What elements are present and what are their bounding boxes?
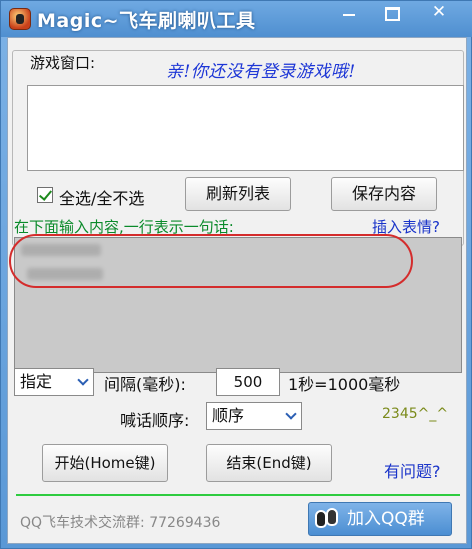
interval-note: 1秒=1000毫秒 bbox=[288, 375, 401, 394]
chevron-down-icon bbox=[77, 374, 89, 386]
join-qq-group-label: 加入QQ群 bbox=[347, 509, 425, 529]
app-icon bbox=[9, 8, 31, 30]
signature-text: 2345^_^ bbox=[382, 406, 449, 422]
client-area: 游戏窗口: 亲!你还没有登录游戏哦! 全选/全不选 刷新列表 保存内容 在下面输… bbox=[7, 37, 467, 544]
start-button[interactable]: 开始(Home键) bbox=[42, 444, 168, 482]
highlight-annotation bbox=[9, 234, 413, 288]
title-bar[interactable]: Magic~飞车刷喇叭工具 ✕ bbox=[1, 1, 472, 37]
message-textarea[interactable] bbox=[9, 234, 462, 373]
save-content-button[interactable]: 保存内容 bbox=[331, 177, 437, 211]
minimize-icon[interactable] bbox=[335, 1, 363, 25]
close-icon[interactable]: ✕ bbox=[425, 1, 453, 25]
checkmark-icon[interactable] bbox=[37, 187, 53, 203]
order-label: 喊话顺序: bbox=[120, 411, 190, 430]
chevron-down-icon bbox=[285, 408, 297, 420]
game-window-list[interactable] bbox=[27, 85, 464, 171]
app-window: Magic~飞车刷喇叭工具 ✕ 游戏窗口: 亲!你还没有登录游戏哦! 全选/全不… bbox=[0, 0, 472, 549]
qq-group-info: QQ飞车技术交流群: 77269436 bbox=[20, 515, 221, 531]
footer-divider bbox=[16, 494, 460, 496]
interval-input[interactable]: 500 bbox=[216, 368, 280, 396]
game-window-group-label: 游戏窗口: bbox=[27, 52, 99, 73]
order-select-value: 顺序 bbox=[212, 406, 245, 425]
login-status-message: 亲!你还没有登录游戏哦! bbox=[166, 62, 356, 82]
interval-label: 间隔(毫秒): bbox=[104, 375, 186, 394]
join-qq-group-button[interactable]: 加入QQ群 bbox=[308, 502, 452, 536]
help-link[interactable]: 有问题? bbox=[384, 458, 441, 482]
order-select[interactable]: 顺序 bbox=[206, 402, 302, 430]
select-all-label[interactable]: 全选/全不选 bbox=[59, 185, 144, 209]
maximize-icon[interactable] bbox=[377, 1, 405, 25]
mode-select-value: 指定 bbox=[20, 372, 53, 391]
mode-select[interactable]: 指定 bbox=[14, 368, 94, 396]
qq-icon bbox=[315, 507, 341, 531]
window-title: Magic~飞车刷喇叭工具 bbox=[37, 10, 256, 32]
refresh-list-button[interactable]: 刷新列表 bbox=[185, 177, 291, 211]
end-button[interactable]: 结束(End键) bbox=[206, 444, 332, 482]
